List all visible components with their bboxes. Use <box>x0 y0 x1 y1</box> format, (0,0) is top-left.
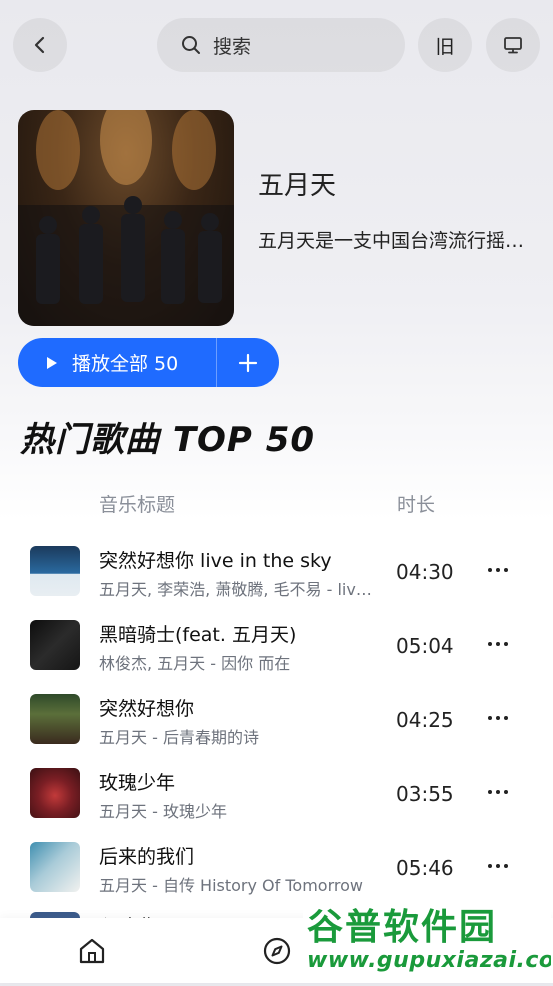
home-tab[interactable] <box>77 936 107 966</box>
watermark: 谷普软件园 www.gupuxiazai.com <box>303 896 551 982</box>
song-title: 黑暗骑士(feat. 五月天) <box>99 624 297 646</box>
more-options-button[interactable] <box>486 632 510 656</box>
play-all-label: 播放全部 50 <box>72 353 179 375</box>
compass-icon <box>263 937 291 965</box>
song-duration: 04:30 <box>396 560 454 584</box>
song-row[interactable]: 黑暗骑士(feat. 五月天) 林俊杰, 五月天 - 因你 而在 05:04 <box>0 620 553 694</box>
back-icon <box>34 36 45 54</box>
song-thumbnail <box>30 620 80 670</box>
song-title: 后来的我们 <box>99 846 195 868</box>
more-icon <box>488 790 508 794</box>
play-all-button[interactable]: 播放全部 50 <box>18 338 279 387</box>
add-to-playlist-button[interactable] <box>217 353 279 373</box>
more-icon <box>488 568 508 572</box>
song-subtitle: 五月天 - 自传 History Of Tomorrow <box>99 876 363 895</box>
watermark-url: www.gupuxiazai.com <box>307 948 551 973</box>
column-header-duration: 时长 <box>397 494 436 516</box>
song-thumbnail <box>30 768 80 818</box>
song-duration: 05:04 <box>396 634 454 658</box>
song-subtitle: 五月天, 李荣浩, 萧敬腾, 毛不易 - live in the sky <box>99 580 379 599</box>
song-subtitle: 五月天 - 玫瑰少年 <box>99 802 227 821</box>
artist-description[interactable]: 五月天是一支中国台湾流行摇滚乐团 <box>258 226 528 253</box>
more-icon <box>488 716 508 720</box>
song-thumbnail <box>30 842 80 892</box>
more-icon <box>488 864 508 868</box>
old-version-label: 旧 <box>435 35 455 58</box>
artist-cover-image <box>18 110 234 326</box>
song-thumbnail <box>30 546 80 596</box>
play-all-main[interactable]: 播放全部 50 <box>18 338 216 387</box>
song-title: 突然好想你 live in the sky <box>99 550 332 572</box>
more-options-button[interactable] <box>486 558 510 582</box>
play-icon <box>47 356 57 369</box>
more-icon <box>488 642 508 646</box>
search-icon <box>182 36 200 54</box>
more-options-button[interactable] <box>486 854 510 878</box>
song-row[interactable]: 突然好想你 五月天 - 后青春期的诗 04:25 <box>0 694 553 768</box>
old-version-button[interactable]: 旧 <box>418 18 472 72</box>
more-options-button[interactable] <box>486 706 510 730</box>
watermark-title: 谷普软件园 <box>307 907 498 948</box>
song-subtitle: 五月天 - 后青春期的诗 <box>99 728 259 747</box>
song-subtitle: 林俊杰, 五月天 - 因你 而在 <box>99 654 291 673</box>
back-button[interactable] <box>13 18 67 72</box>
search-placeholder: 搜索 <box>213 35 252 58</box>
song-title: 玫瑰少年 <box>99 772 176 794</box>
song-thumbnail <box>30 694 80 744</box>
song-duration: 04:25 <box>396 708 454 732</box>
monitor-button[interactable] <box>486 18 540 72</box>
song-row[interactable]: 玫瑰少年 五月天 - 玫瑰少年 03:55 <box>0 768 553 842</box>
song-title: 突然好想你 <box>99 698 195 720</box>
search-bar[interactable]: 搜索 <box>157 18 405 72</box>
more-options-button[interactable] <box>486 780 510 804</box>
monitor-icon <box>504 37 522 54</box>
song-duration: 03:55 <box>396 782 454 806</box>
section-title: 热门歌曲 TOP 50 <box>20 420 316 460</box>
column-header-title: 音乐标题 <box>99 494 176 516</box>
discover-tab[interactable] <box>262 936 292 966</box>
song-row[interactable]: 突然好想你 live in the sky 五月天, 李荣浩, 萧敬腾, 毛不易… <box>0 546 553 620</box>
home-icon <box>79 938 105 964</box>
plus-icon <box>238 353 258 372</box>
song-duration: 05:46 <box>396 856 454 880</box>
artist-name: 五月天 <box>258 171 337 201</box>
